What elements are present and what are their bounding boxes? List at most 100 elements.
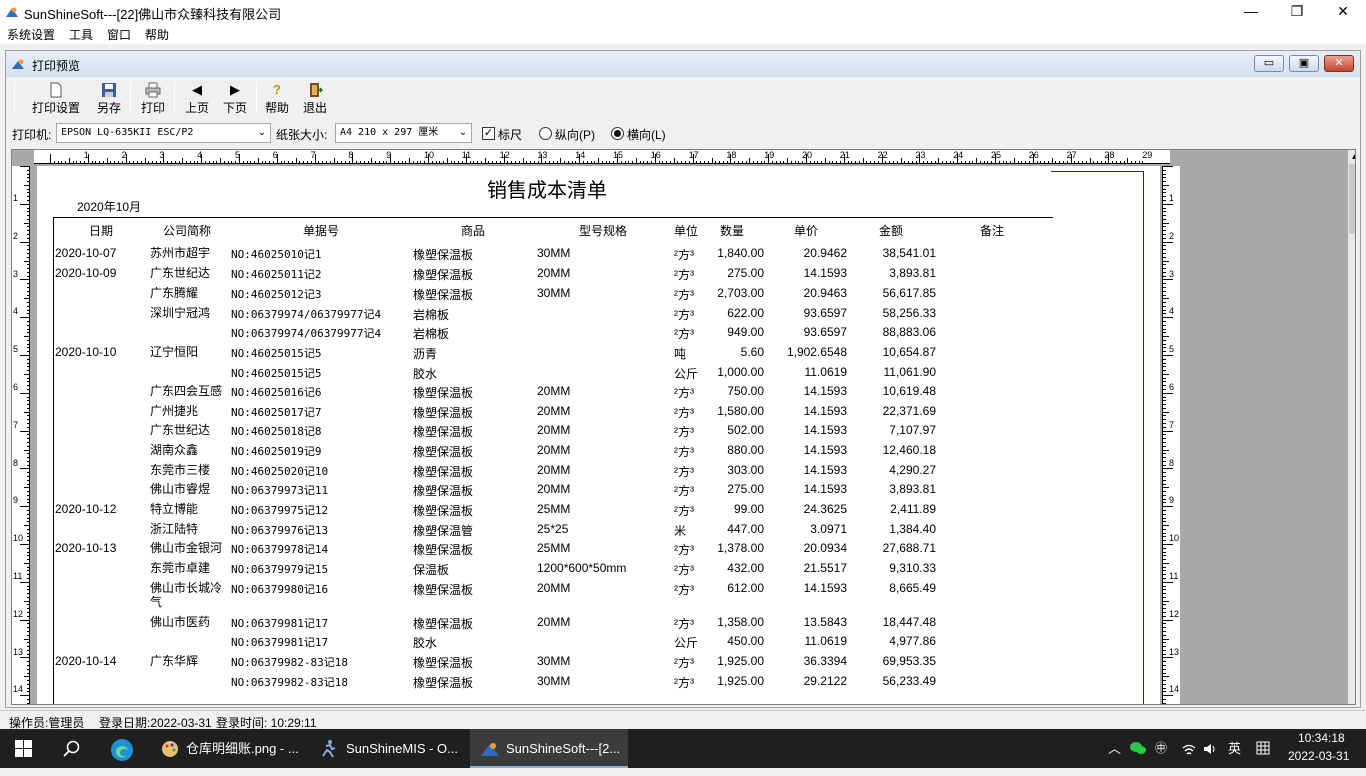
ruler-tick bbox=[27, 211, 30, 213]
child-close-button[interactable]: ✕ bbox=[1324, 55, 1354, 72]
ruler-number: 10 bbox=[424, 150, 435, 160]
ruler-tick bbox=[1163, 691, 1166, 693]
paper-size-select[interactable]: A4 210 x 297 厘米 ⌄ bbox=[335, 123, 472, 143]
ruler-tick bbox=[1163, 664, 1166, 666]
menu-help[interactable]: 帮助 bbox=[145, 26, 169, 43]
menu-system-settings[interactable]: 系统设置 bbox=[7, 26, 55, 43]
search-icon[interactable] bbox=[63, 740, 81, 758]
ruler-tick bbox=[972, 161, 974, 164]
menu-tools[interactable]: 工具 bbox=[69, 26, 93, 43]
cell-item: 岩棉板 bbox=[413, 308, 450, 322]
ruler-tick bbox=[27, 268, 30, 270]
ruler-tick bbox=[1163, 305, 1166, 307]
tray-expand-icon[interactable]: ︿ bbox=[1108, 729, 1121, 768]
ruler-tick bbox=[567, 161, 569, 164]
next-page-button[interactable]: ▶ 下页 bbox=[220, 80, 250, 116]
taskbar-item-image-viewer[interactable]: 仓库明细账.png - ... bbox=[150, 729, 306, 768]
windows-start-icon[interactable] bbox=[15, 740, 32, 757]
cell-qty: 1,925.00 bbox=[717, 654, 764, 668]
ruler-tick bbox=[594, 161, 596, 164]
keyboard-grid-icon[interactable] bbox=[1256, 741, 1270, 755]
ruler-tick bbox=[1163, 373, 1169, 375]
ruler-number: 9 bbox=[386, 150, 392, 160]
report-page: 销售成本清单 2020年10月 日期 公司简称 单据号 商品 型号规格 单位 数… bbox=[37, 166, 1160, 704]
ruler-tick bbox=[84, 161, 86, 164]
ruler-number: 5 bbox=[235, 150, 241, 160]
ruler-tick bbox=[20, 317, 30, 319]
ruler-tick bbox=[582, 161, 584, 164]
cell-item: 橡塑保温管 bbox=[413, 524, 474, 538]
ruler-tick bbox=[27, 441, 30, 443]
preview-area[interactable]: 1 2 3 4 5 6 7 8 9 10 11 12 13 14 15 16 17 18 19 20 21 22 23 24 2… bbox=[11, 149, 1356, 705]
cell-no: NO:06379981记17 bbox=[231, 636, 329, 649]
ruler-tick bbox=[24, 676, 30, 678]
ruler-tick bbox=[53, 161, 55, 164]
cell-item: 沥青 bbox=[413, 347, 438, 361]
ruler-tick bbox=[27, 332, 30, 334]
printer-select[interactable]: EPSON LQ-635KII ESC/P2 ⌄ bbox=[56, 123, 271, 143]
maximize-button[interactable]: ❐ bbox=[1274, 0, 1320, 24]
child-maximize-button[interactable]: ▣ bbox=[1289, 55, 1319, 72]
ruler-tick bbox=[24, 260, 30, 262]
table-row: 广东腾耀 NO:46025012记3 橡塑保温板 30MM ²方³ 2,703.00 20.… bbox=[37, 286, 1160, 306]
col-header-doc-no: 单据号 bbox=[303, 224, 340, 238]
cell-price: 20.9463 bbox=[803, 286, 847, 300]
ruler-tick bbox=[27, 215, 30, 217]
cell-no: NO:06379978记14 bbox=[231, 543, 329, 556]
landscape-radio[interactable] bbox=[611, 127, 624, 140]
scroll-thumb[interactable] bbox=[1349, 164, 1355, 234]
edge-browser-icon[interactable] bbox=[110, 738, 134, 762]
menu-window[interactable]: 窗口 bbox=[107, 26, 131, 43]
ruler-tick bbox=[337, 161, 339, 164]
ruler-tick bbox=[27, 358, 30, 360]
ruler-tick bbox=[27, 687, 30, 689]
cell-spec: 30MM bbox=[537, 654, 571, 668]
print-button[interactable]: 打印 bbox=[138, 80, 168, 116]
cell-company: 广东腾耀 bbox=[150, 286, 199, 300]
taskbar-item-sunshinemis[interactable]: SunShineMIS - O... bbox=[310, 729, 466, 768]
ruler-checkbox[interactable]: ✓ bbox=[482, 127, 495, 140]
close-button[interactable]: ✕ bbox=[1320, 0, 1366, 24]
ruler-tick bbox=[760, 161, 762, 164]
prev-page-button[interactable]: ◀ 上页 bbox=[182, 80, 212, 116]
clock-date[interactable]: 2022-03-31 bbox=[1288, 737, 1349, 776]
ruler-tick bbox=[537, 161, 539, 164]
print-preview-window: 打印预览 ▭ ▣ ✕ 打印设置 另存 打印 ◀ 上页 ▶ 下页 ? 帮助 退出 … bbox=[5, 50, 1361, 708]
volume-icon[interactable] bbox=[1203, 742, 1217, 756]
toolbar-divider bbox=[130, 82, 131, 114]
table-row: NO:06379981记17 胶水 公斤 450.00 11.0619 4,977.86 bbox=[37, 634, 1160, 654]
toolbar-divider bbox=[14, 82, 15, 114]
ruler-tick bbox=[1002, 161, 1004, 164]
help-icon: ? bbox=[273, 82, 281, 97]
scroll-up-icon[interactable]: ▲ bbox=[1348, 150, 1355, 163]
ruler-tick bbox=[288, 161, 290, 164]
cell-item: 保温板 bbox=[413, 563, 450, 577]
ruler-tick bbox=[1163, 268, 1166, 270]
table-row: 广州捷兆 NO:46025017记7 橡塑保温板 20MM ²方³ 1,580.00 14.… bbox=[37, 404, 1160, 424]
input-method-icon[interactable]: ㊥ bbox=[1155, 729, 1167, 768]
save-as-button[interactable]: 另存 bbox=[94, 80, 124, 116]
ruler-tick bbox=[220, 158, 222, 164]
print-setup-button[interactable]: 打印设置 bbox=[30, 80, 82, 116]
exit-button[interactable]: 退出 bbox=[300, 80, 330, 116]
ruler-tick bbox=[129, 161, 131, 164]
cell-item: 橡塑保温板 bbox=[413, 504, 474, 518]
ruler-tick bbox=[1163, 634, 1166, 636]
ruler-tick bbox=[20, 241, 30, 243]
portrait-radio[interactable] bbox=[539, 127, 552, 140]
ruler-tick bbox=[794, 161, 796, 164]
cell-qty: 502.00 bbox=[727, 423, 764, 437]
ruler-tick bbox=[507, 161, 509, 164]
wechat-icon[interactable] bbox=[1130, 741, 1146, 755]
wifi-icon[interactable] bbox=[1182, 742, 1196, 756]
minimize-button[interactable]: — bbox=[1228, 0, 1274, 24]
cell-item: 橡塑保温板 bbox=[413, 676, 474, 690]
vertical-scrollbar[interactable]: ▲ bbox=[1348, 150, 1355, 704]
child-minimize-button[interactable]: ▭ bbox=[1254, 55, 1284, 72]
ruler-tick bbox=[1163, 207, 1166, 209]
taskbar-item-sunshinesoft[interactable]: SunShineSoft---[2... bbox=[470, 729, 628, 768]
chevron-down-icon: ⌄ bbox=[458, 127, 468, 138]
help-button[interactable]: ? 帮助 bbox=[262, 80, 292, 116]
ruler-tick bbox=[1163, 192, 1166, 194]
ime-language-indicator[interactable]: 英 bbox=[1228, 729, 1241, 768]
